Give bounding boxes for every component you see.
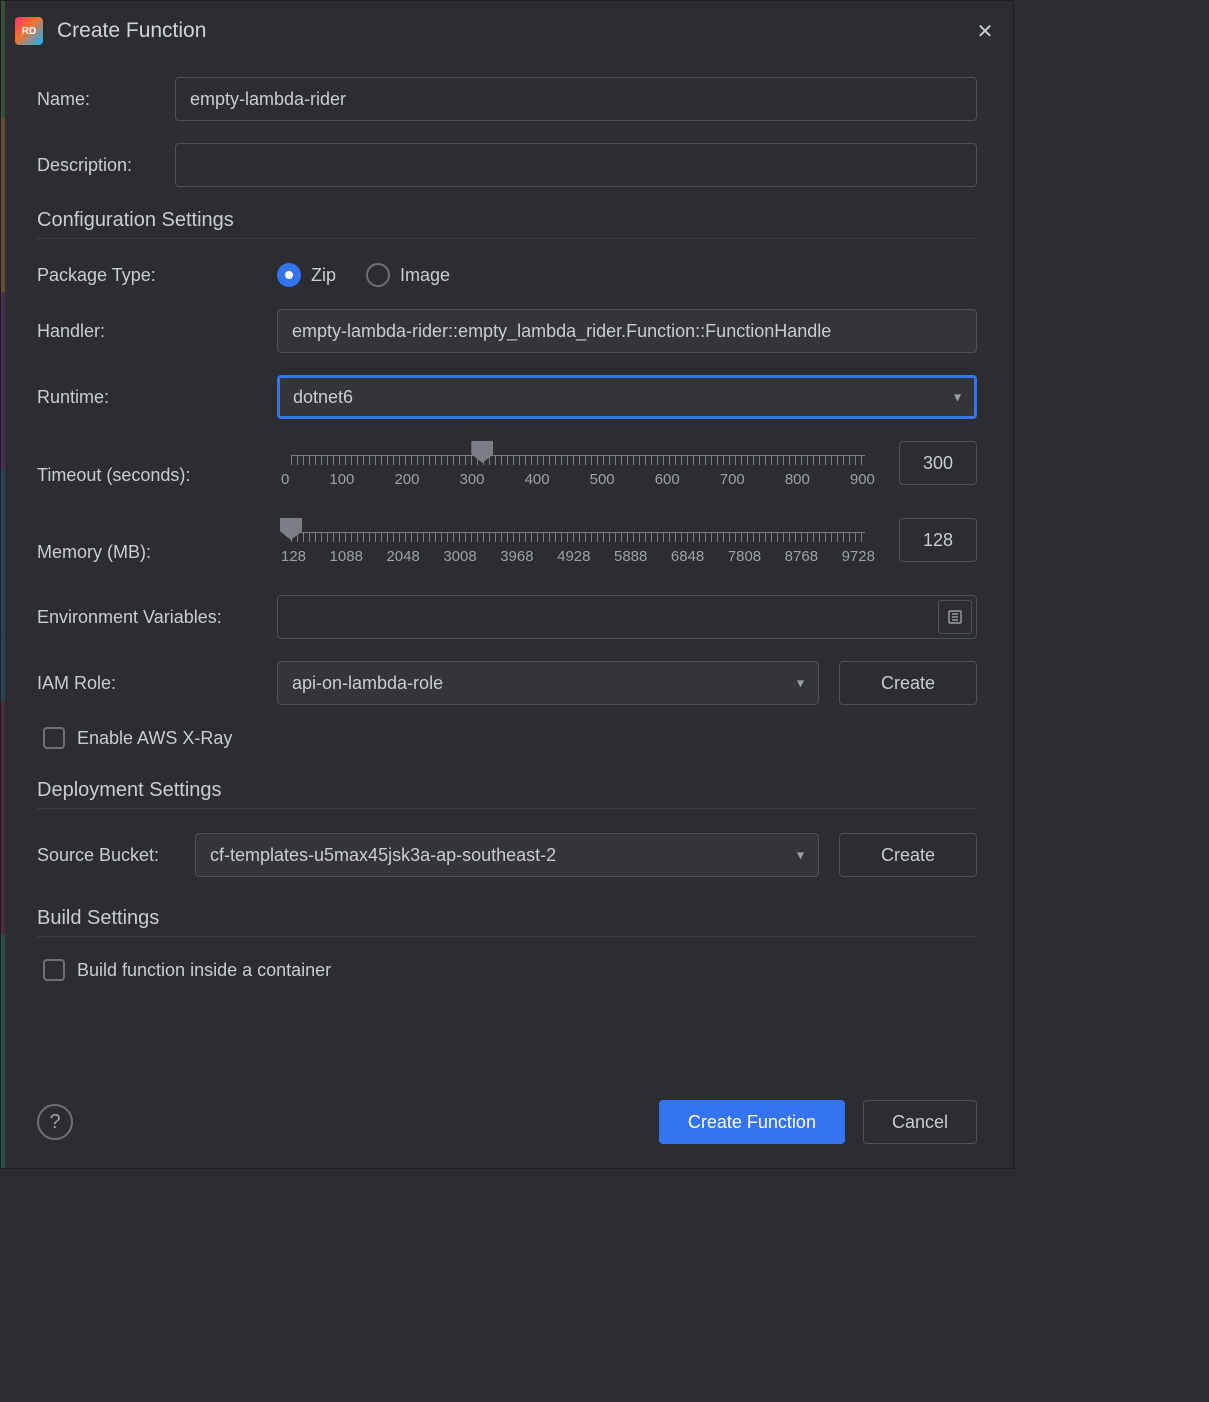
build-container-checkbox[interactable]	[43, 959, 65, 981]
dialog-content: Name: Description: Configuration Setting…	[1, 57, 1013, 1168]
slider-ticks	[291, 455, 865, 465]
name-label: Name:	[37, 89, 175, 110]
memory-value[interactable]: 128	[899, 518, 977, 562]
package-type-image-radio[interactable]: Image	[366, 263, 450, 287]
titlebar: RD Create Function ✕	[1, 1, 1013, 57]
dialog-footer: ? Create Function Cancel	[37, 1100, 977, 1144]
create-function-dialog: RD Create Function ✕ Name: Description: …	[0, 0, 1014, 1169]
cancel-button[interactable]: Cancel	[863, 1100, 977, 1144]
handler-input[interactable]	[277, 309, 977, 353]
slider-tick-labels: 0100200300400500600700800900	[277, 471, 879, 488]
create-bucket-button[interactable]: Create	[839, 833, 977, 877]
radio-dot-icon	[366, 263, 390, 287]
package-type-label: Package Type:	[37, 265, 277, 286]
select-value: api-on-lambda-role	[292, 673, 443, 694]
description-label: Description:	[37, 155, 175, 176]
package-type-zip-radio[interactable]: Zip	[277, 263, 336, 287]
package-type-group: Zip Image	[277, 263, 450, 287]
dialog-title: Create Function	[57, 19, 206, 43]
create-iam-role-button[interactable]: Create	[839, 661, 977, 705]
env-vars-label: Environment Variables:	[37, 607, 277, 628]
chevron-down-icon: ▾	[797, 675, 804, 692]
timeout-label: Timeout (seconds):	[37, 441, 277, 486]
help-icon[interactable]: ?	[37, 1104, 73, 1140]
iam-role-label: IAM Role:	[37, 673, 277, 694]
chevron-down-icon: ▾	[954, 389, 961, 406]
runtime-select[interactable]: dotnet6 ▾	[277, 375, 977, 419]
close-icon[interactable]: ✕	[971, 17, 999, 45]
rider-app-icon: RD	[15, 17, 43, 45]
xray-label: Enable AWS X-Ray	[77, 728, 232, 749]
handler-label: Handler:	[37, 321, 277, 342]
slider-ticks	[291, 532, 865, 542]
build-container-label: Build function inside a container	[77, 960, 331, 981]
source-bucket-label: Source Bucket:	[37, 845, 195, 866]
runtime-label: Runtime:	[37, 387, 277, 408]
iam-role-select[interactable]: api-on-lambda-role ▾	[277, 661, 819, 705]
env-vars-input[interactable]	[277, 595, 977, 639]
description-input[interactable]	[175, 143, 977, 187]
edit-env-vars-icon[interactable]	[938, 600, 972, 634]
xray-checkbox[interactable]	[43, 727, 65, 749]
timeout-value[interactable]: 300	[899, 441, 977, 485]
radio-label: Image	[400, 265, 450, 286]
source-bucket-select[interactable]: cf-templates-u5max45jsk3a-ap-southeast-2…	[195, 833, 819, 877]
deployment-settings-header: Deployment Settings	[37, 779, 977, 809]
radio-dot-icon	[277, 263, 301, 287]
memory-label: Memory (MB):	[37, 518, 277, 563]
config-settings-header: Configuration Settings	[37, 209, 977, 239]
select-value: dotnet6	[293, 387, 353, 408]
chevron-down-icon: ▾	[797, 847, 804, 864]
slider-tick-labels: 1281088204830083968492858886848780887689…	[277, 548, 879, 565]
build-settings-header: Build Settings	[37, 907, 977, 937]
timeout-slider[interactable]: 0100200300400500600700800900	[277, 441, 879, 488]
gutter-decoration	[1, 1, 5, 1168]
name-input[interactable]	[175, 77, 977, 121]
radio-label: Zip	[311, 265, 336, 286]
select-value: cf-templates-u5max45jsk3a-ap-southeast-2	[210, 845, 556, 866]
create-function-button[interactable]: Create Function	[659, 1100, 845, 1144]
memory-slider[interactable]: 1281088204830083968492858886848780887689…	[277, 518, 879, 565]
